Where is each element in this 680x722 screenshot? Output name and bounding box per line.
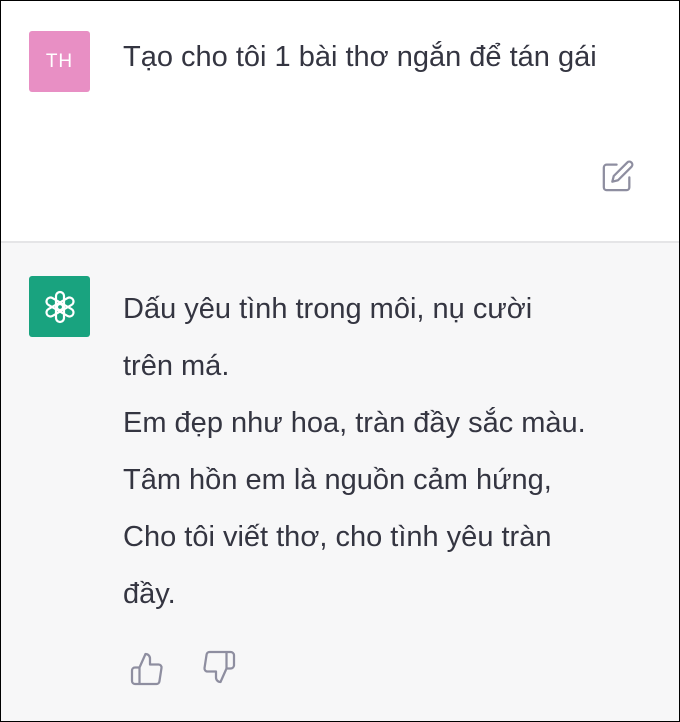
poem-line: Em đẹp như hoa, tràn đầy sắc màu.: [123, 407, 586, 439]
chat-window: TH Tạo cho tôi 1 bài thơ ngắn để tán gái: [1, 1, 679, 721]
poem-line: đầy.: [123, 578, 176, 610]
thumbs-up-icon[interactable]: [129, 651, 165, 687]
user-avatar: TH: [29, 31, 90, 92]
user-avatar-initials: TH: [45, 50, 74, 72]
poem-line: Tâm hồn em là nguồn cảm hứng,: [123, 464, 552, 496]
openai-logo-icon: [44, 290, 75, 323]
poem-line: Dấu yêu tình trong môi, nụ cười: [123, 293, 533, 325]
user-message-block: TH Tạo cho tôi 1 bài thơ ngắn để tán gái: [1, 1, 679, 241]
assistant-message-block: Dấu yêu tình trong môi, nụ cười trên má.…: [1, 243, 679, 721]
thumbs-down-icon[interactable]: [201, 649, 237, 685]
assistant-avatar: [29, 276, 90, 337]
poem-line: trên má.: [123, 350, 230, 382]
user-message-text: Tạo cho tôi 1 bài thơ ngắn để tán gái: [123, 41, 597, 73]
assistant-message-text: Dấu yêu tình trong môi, nụ cười trên má.…: [123, 281, 663, 623]
edit-icon[interactable]: [601, 159, 635, 193]
poem-line: Cho tôi viết thơ, cho tình yêu tràn: [123, 521, 552, 553]
